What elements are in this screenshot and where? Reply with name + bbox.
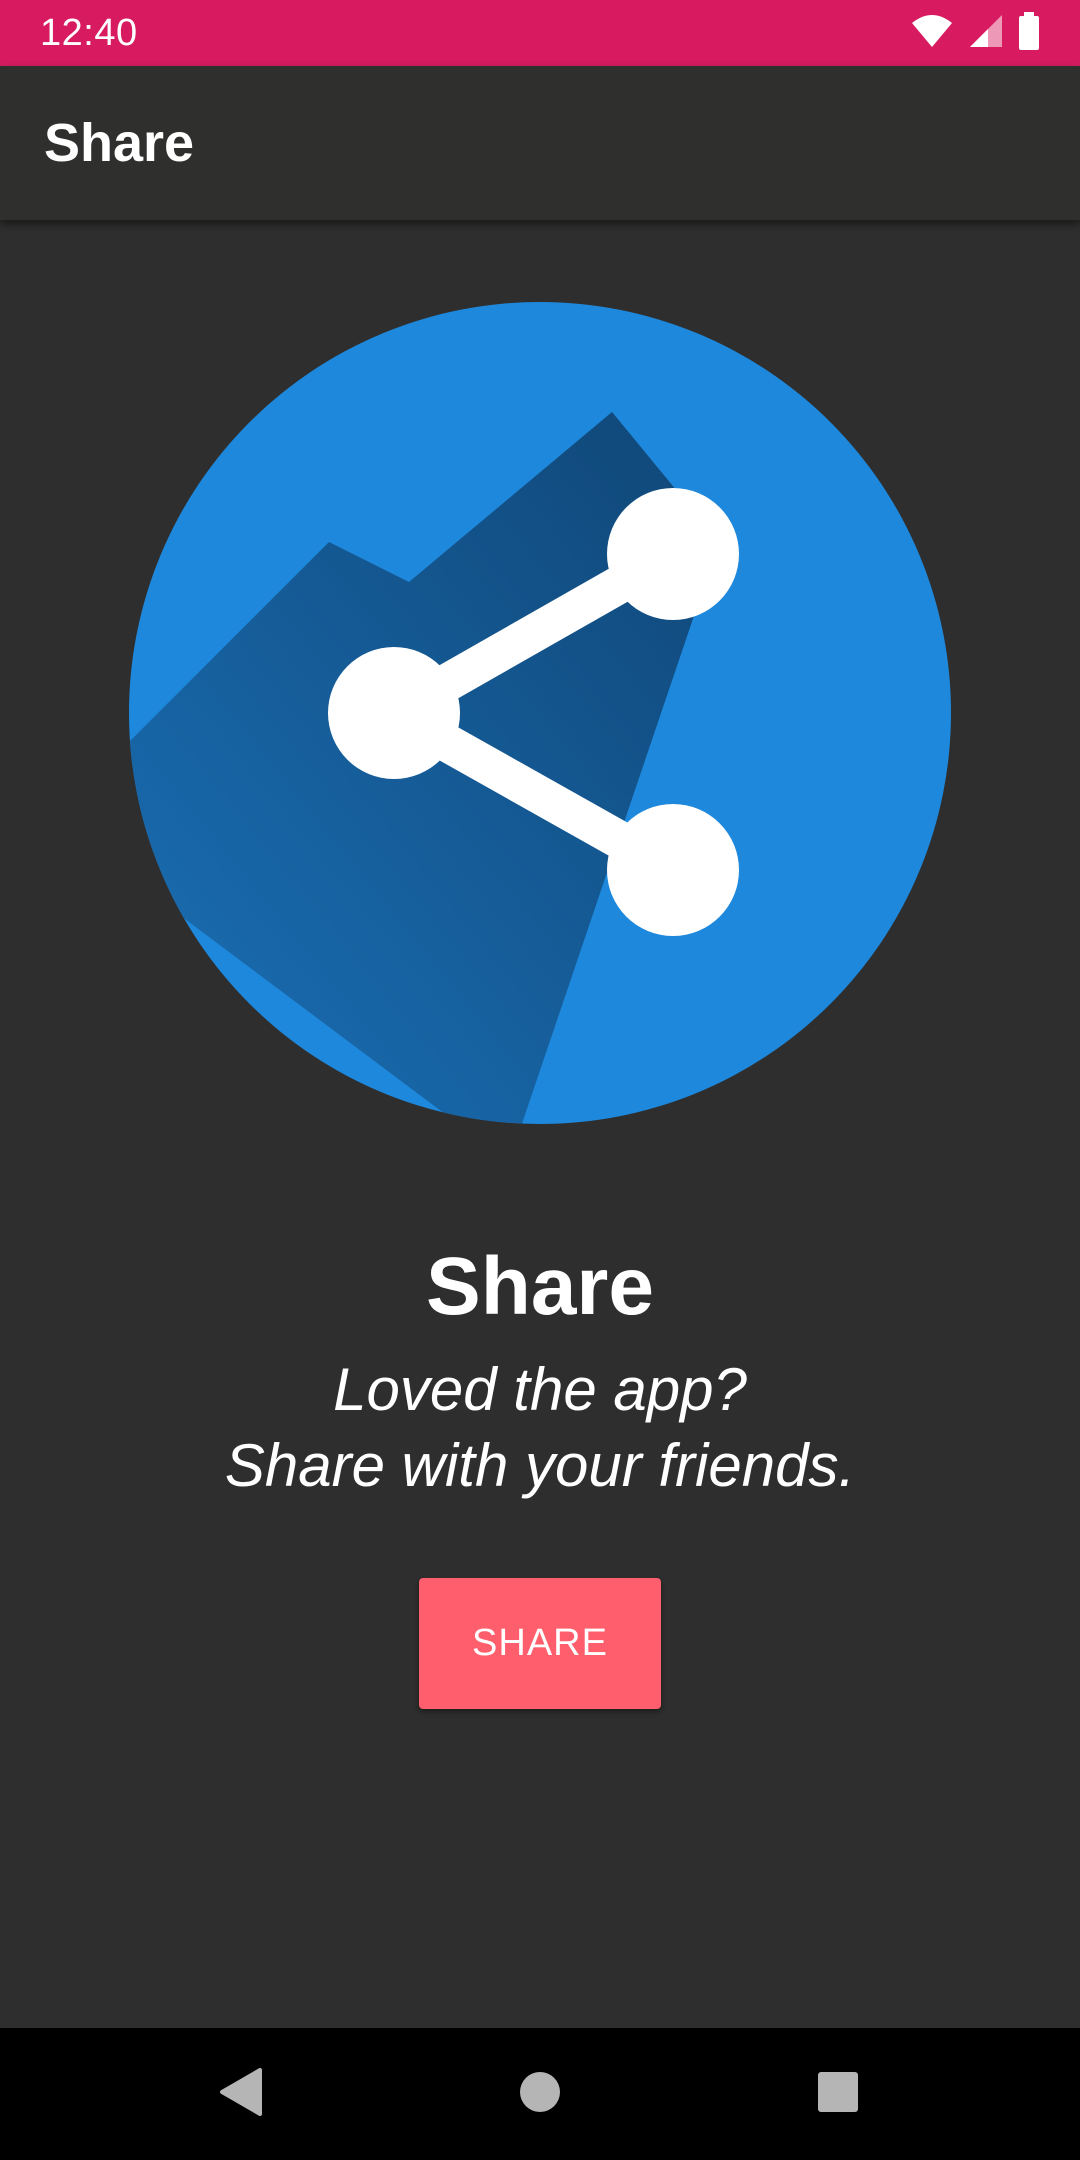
recents-icon — [817, 2071, 859, 2118]
home-icon — [518, 2070, 562, 2119]
status-time: 12:40 — [40, 11, 138, 54]
app-bar-title: Share — [44, 113, 195, 173]
wifi-icon — [910, 13, 954, 54]
share-hero-image — [129, 302, 951, 1124]
system-nav-bar — [0, 2028, 1080, 2160]
share-button[interactable]: SHARE — [419, 1578, 661, 1709]
subtitle-line-1: Loved the app? — [333, 1356, 747, 1423]
recents-button[interactable] — [772, 2028, 904, 2160]
share-screen: 12:40 Share Share Loved the app? Share w… — [0, 0, 1080, 2160]
back-icon — [218, 2067, 262, 2122]
status-icons — [910, 11, 1040, 55]
back-button[interactable] — [174, 2028, 306, 2160]
share-icon — [129, 302, 951, 1124]
battery-icon — [1018, 11, 1040, 55]
share-subtitle: Loved the app? Share with your friends. — [0, 1352, 1080, 1504]
cell-signal-icon — [968, 13, 1004, 54]
status-bar: 12:40 — [0, 0, 1080, 66]
subtitle-line-2: Share with your friends. — [224, 1432, 856, 1499]
share-headline: Share — [426, 1241, 654, 1332]
app-bar: Share — [0, 66, 1080, 220]
home-button[interactable] — [474, 2028, 606, 2160]
